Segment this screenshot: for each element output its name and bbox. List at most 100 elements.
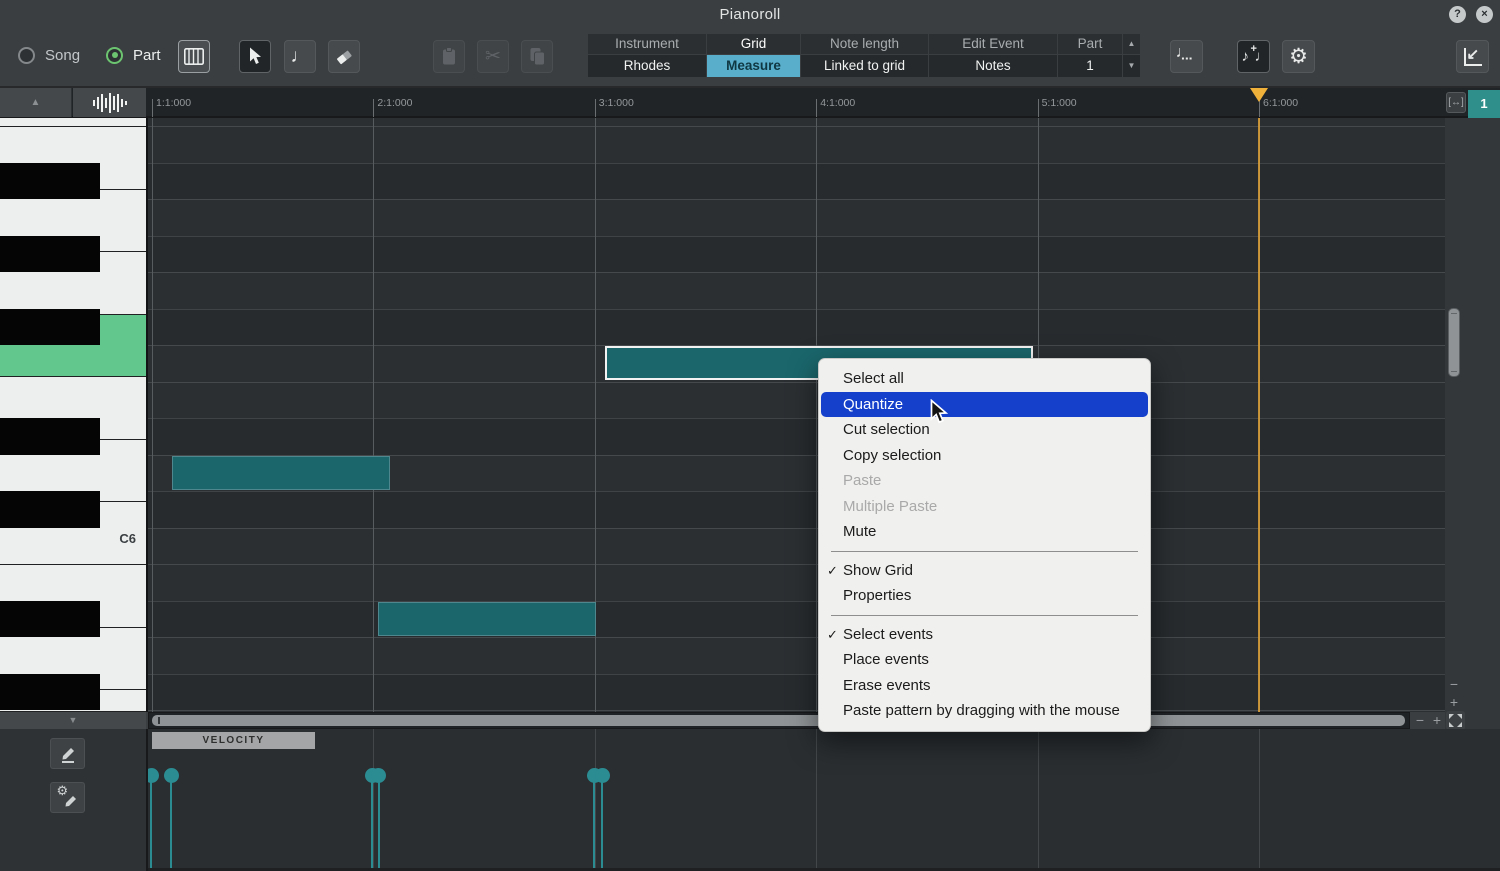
cursor-arrow-icon (248, 47, 263, 66)
vertical-zoom-in-button[interactable]: + (1446, 694, 1462, 710)
fit-view-button[interactable] (1446, 711, 1465, 730)
black-key[interactable] (0, 309, 100, 346)
velocity-stem[interactable] (170, 775, 172, 868)
velocity-lane[interactable]: VELOCITY (148, 729, 1500, 871)
help-icon[interactable]: ? (1449, 6, 1466, 23)
ruler-tick (816, 99, 817, 117)
black-key[interactable] (0, 491, 100, 528)
velocity-stem[interactable] (378, 775, 380, 868)
window-title: Pianoroll (0, 6, 1500, 23)
menu-divider (831, 615, 1138, 616)
add-note-mode-button[interactable]: ♪ + ♩ (1237, 40, 1270, 73)
black-key[interactable] (0, 601, 100, 638)
part-up-button[interactable]: ▲ (1123, 34, 1140, 54)
page-tab[interactable]: 1 (1468, 90, 1500, 118)
timeline-ruler[interactable]: 1:1:0002:1:0003:1:0004:1:0005:1:0006:1:0… (148, 88, 1445, 117)
black-key[interactable] (0, 163, 100, 200)
option-value[interactable]: Measure (707, 55, 800, 77)
menu-item-cut-selection[interactable]: Cut selection (819, 417, 1150, 443)
part-down-button[interactable]: ▼ (1123, 55, 1140, 77)
copy-button[interactable] (521, 40, 553, 73)
audition-button[interactable] (73, 88, 146, 117)
black-key-row-shade (148, 309, 1445, 346)
grid-row-line (148, 272, 1445, 273)
velocity-stem[interactable] (593, 775, 595, 868)
option-header: Instrument (588, 34, 706, 54)
menu-item-place-events[interactable]: Place events (819, 647, 1150, 673)
scroll-up-button[interactable]: ▲ (0, 88, 72, 117)
option-value[interactable]: 1 (1058, 55, 1122, 77)
fit-width-button[interactable]: [↔] (1446, 92, 1466, 113)
scroll-down-button[interactable]: ▼ (0, 712, 146, 729)
menu-item-label: Select all (843, 370, 904, 387)
menu-item-paste-pattern-by-dragging-with-the-mouse[interactable]: Paste pattern by dragging with the mouse (819, 698, 1150, 724)
velocity-handle[interactable] (164, 768, 179, 783)
menu-item-copy-selection[interactable]: Copy selection (819, 443, 1150, 469)
note-add-icon: ♪ + ♩ (1242, 47, 1266, 67)
menu-item-properties[interactable]: Properties (819, 583, 1150, 609)
close-icon[interactable]: × (1476, 6, 1493, 23)
option-value[interactable]: Rhodes (588, 55, 706, 77)
menu-item-quantize[interactable]: Quantize (821, 392, 1148, 418)
eraser-tool-button[interactable] (328, 40, 360, 73)
white-key[interactable] (0, 118, 146, 127)
timeline-ruler-row: ▲ 1:1:0002:1:0003:1:0004:1:0005:1:0006:1… (0, 88, 1500, 118)
menu-item-label: Copy selection (843, 447, 941, 464)
import-to-song-button[interactable]: ↙ (1456, 40, 1489, 73)
auto-velocity-button[interactable]: ⚙ (50, 782, 85, 813)
draw-note-tool-button[interactable]: ♩ (284, 40, 316, 73)
horizontal-scrollbar[interactable] (148, 712, 1410, 729)
song-radio-label[interactable]: Song (45, 47, 80, 64)
toolbar: Pianoroll ? × Song Part ♩ (0, 0, 1500, 88)
playhead-marker[interactable] (1250, 88, 1268, 102)
velocity-stem[interactable] (601, 775, 603, 868)
menu-item-show-grid[interactable]: ✓Show Grid (819, 558, 1150, 584)
midi-note[interactable] (172, 456, 390, 490)
menu-item-select-events[interactable]: ✓Select events (819, 622, 1150, 648)
black-key-row-shade (148, 491, 1445, 528)
step-record-button[interactable]: ♩ ▪▪▪ (1170, 40, 1203, 73)
vertical-scrollbar-thumb[interactable] (1448, 308, 1460, 377)
measure-line (152, 118, 153, 712)
ruler-tick-label: 6:1:000 (1263, 97, 1298, 109)
vertical-zoom-out-button[interactable]: − (1446, 676, 1462, 692)
menu-item-label: Properties (843, 587, 911, 604)
black-key[interactable] (0, 236, 100, 273)
black-key[interactable] (0, 418, 100, 455)
draw-velocity-button[interactable] (50, 738, 85, 769)
part-radio-label[interactable]: Part (133, 47, 161, 64)
part-radio[interactable] (106, 47, 123, 64)
piano-keys-icon (184, 48, 204, 65)
menu-item-select-all[interactable]: Select all (819, 366, 1150, 392)
black-key[interactable] (0, 674, 100, 711)
note-grid[interactable] (148, 118, 1445, 712)
velocity-label[interactable]: VELOCITY (152, 732, 315, 749)
menu-item-erase-events[interactable]: Erase events (819, 673, 1150, 699)
horizontal-zoom-out-button[interactable]: − (1412, 712, 1428, 729)
option-value[interactable]: Linked to grid (801, 55, 928, 77)
velocity-stem[interactable] (150, 775, 152, 868)
ruler-tick (1038, 99, 1039, 117)
menu-divider (831, 551, 1138, 552)
velocity-stem[interactable] (371, 775, 373, 868)
ruler-tick-label: 2:1:000 (377, 97, 412, 109)
settings-button[interactable]: ⚙ (1282, 40, 1315, 73)
ruler-tick-label: 1:1:000 (156, 97, 191, 109)
keyboard-toggle-button[interactable] (178, 40, 210, 73)
velocity-handle[interactable] (595, 768, 610, 783)
velocity-handle[interactable] (148, 768, 159, 783)
velocity-handle[interactable] (371, 768, 386, 783)
grid-row-line (148, 564, 1445, 565)
grid-row-line (148, 528, 1445, 529)
option-header: Note length (801, 34, 928, 54)
horizontal-scrollbar-thumb[interactable] (152, 715, 1405, 726)
paste-button[interactable] (433, 40, 465, 73)
menu-item-mute[interactable]: Mute (819, 519, 1150, 545)
ruler-tick-label: 3:1:000 (599, 97, 634, 109)
cut-button[interactable]: ✂ (477, 40, 509, 73)
song-radio[interactable] (18, 47, 35, 64)
horizontal-zoom-in-button[interactable]: + (1429, 712, 1445, 729)
midi-note[interactable] (378, 602, 596, 636)
option-value[interactable]: Notes (929, 55, 1057, 77)
select-tool-button[interactable] (239, 40, 271, 73)
